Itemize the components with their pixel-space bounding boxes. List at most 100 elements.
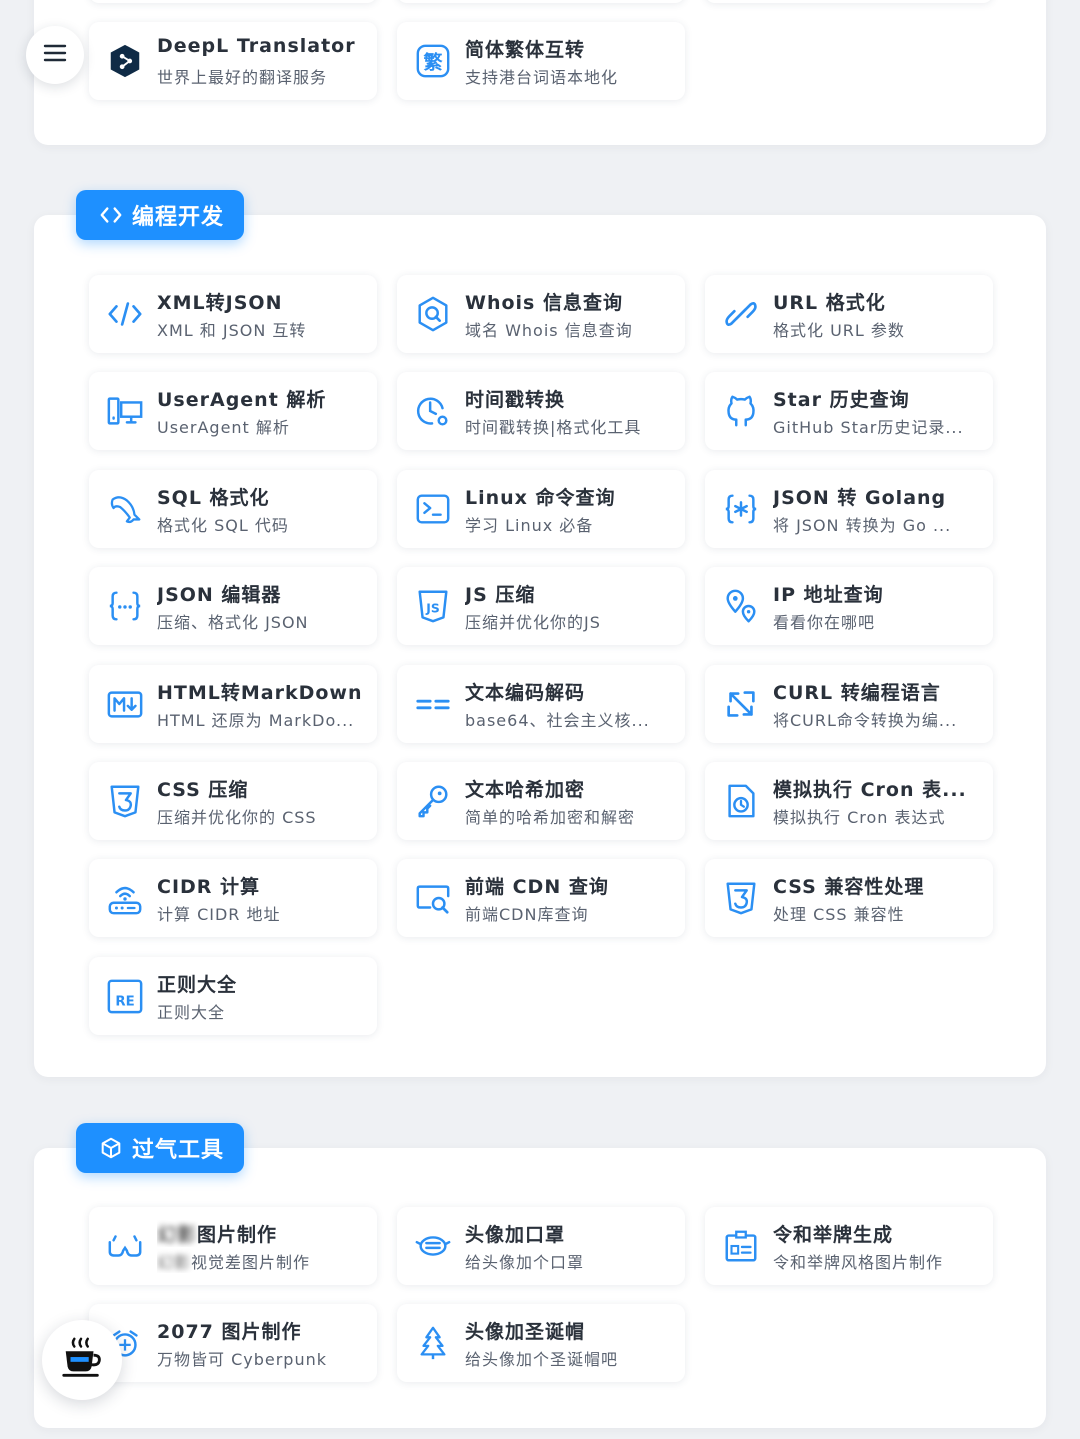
legacy-section-badge: 过气工具: [76, 1123, 245, 1173]
legacy-panel: [34, 1148, 1046, 1428]
tool-desc: 正则大全: [157, 1002, 226, 1022]
tool-card-parallax[interactable]: 幻影图片制作 幻影视觉差图片制作: [89, 1207, 377, 1285]
tool-desc: 将CURL命令转换为编...: [773, 710, 958, 730]
tool-title: SQL 格式化: [157, 486, 270, 509]
tool-desc: 压缩并优化你的JS: [465, 613, 601, 633]
js-shield-icon: JS: [413, 586, 453, 626]
tool-title: CURL 转编程语言: [773, 681, 941, 704]
tool-title: Star 历史查询: [773, 389, 910, 412]
section-label: 过气工具: [132, 1138, 225, 1163]
markdown-icon: [105, 684, 145, 724]
tool-title: 令和举牌生成: [773, 1224, 894, 1246]
tool-card[interactable]: 前端 CDN 查询 前端CDN库查询: [397, 859, 685, 938]
tool-card-reiwa[interactable]: 令和举牌生成 令和举牌风格图片制作: [705, 1207, 993, 1285]
tool-card[interactable]: JSON 转 Golang 将 JSON 转换为 Go ...: [705, 469, 993, 548]
tool-card[interactable]: [89, 0, 377, 3]
link-icon: [721, 294, 761, 334]
tool-desc: 给头像加个口罩: [465, 1253, 585, 1272]
tool-directory-page: DeepL Translator 世界上最好的翻译服务 繁 简体繁体互转 支持港…: [0, 0, 1080, 1439]
tool-card[interactable]: CSS 兼容性处理 处理 CSS 兼容性: [705, 859, 993, 938]
blurred-text: 幻影: [157, 1224, 198, 1246]
tool-desc: 计算 CIDR 地址: [157, 905, 281, 925]
tool-card[interactable]: 时间戳转换 时间戳转换|格式化工具: [397, 372, 685, 451]
tool-card[interactable]: Whois 信息查询 域名 Whois 信息查询: [397, 275, 685, 353]
tool-title: 简体繁体互转: [465, 39, 586, 61]
tool-card[interactable]: 模拟执行 Cron 表... 模拟执行 Cron 表达式: [705, 762, 993, 840]
tool-card-cyberpunk[interactable]: 2077 图片制作 万物皆可 Cyberpunk: [89, 1304, 377, 1382]
tool-title: JSON 转 Golang: [773, 486, 947, 509]
tool-card[interactable]: JSON 编辑器压缩、格式化 JSON: [89, 567, 377, 646]
tool-desc: 压缩并优化你的 CSS: [157, 808, 317, 827]
tool-title: Whois 信息查询: [465, 292, 623, 314]
tool-title: 文本编码解码: [465, 681, 586, 704]
clock-file-icon: [721, 781, 761, 821]
tool-title: IP 地址查询: [773, 584, 884, 607]
tool-desc: 支持港台词语本地化: [465, 68, 619, 87]
tool-title: CSS 兼容性处理: [773, 876, 925, 899]
tool-desc: 压缩、格式化 JSON: [157, 613, 309, 633]
tool-desc: 简单的哈希加密和解密: [465, 808, 636, 827]
tool-card[interactable]: [397, 0, 685, 3]
tool-card[interactable]: XML转JSON XML 和 JSON 互转: [89, 275, 377, 353]
css-shield-icon: [105, 781, 145, 821]
tool-card-mask[interactable]: 头像加口罩 给头像加个口罩: [397, 1207, 685, 1285]
tool-desc: 万物皆可 Cyberpunk: [157, 1350, 328, 1369]
code-brackets-icon: [98, 202, 124, 228]
tool-desc: 域名 Whois 信息查询: [465, 321, 633, 340]
tool-desc: 格式化 URL 参数: [773, 321, 905, 340]
mask-icon: [413, 1226, 453, 1266]
id-card-icon: [721, 1226, 761, 1266]
tool-card[interactable]: 文本编码解码 base64、社会主义核...: [397, 664, 685, 743]
tool-title: 正则大全: [157, 973, 238, 996]
tool-title: UserAgent 解析: [157, 389, 327, 412]
tool-title: 2077 图片制作: [157, 1321, 302, 1343]
tool-desc: 处理 CSS 兼容性: [773, 905, 905, 925]
tool-card[interactable]: HTML转MarkDown HTML 还原为 MarkDo...: [89, 664, 377, 743]
tool-desc: XML 和 JSON 互转: [157, 321, 307, 340]
location-pins-icon: [721, 586, 761, 626]
coffee-cup-icon: [59, 1335, 105, 1385]
traditional-chinese-icon: 繁: [413, 41, 453, 81]
router-icon: [105, 878, 145, 918]
tool-card[interactable]: 文本哈希加密 简单的哈希加密和解密: [397, 762, 685, 840]
tool-card[interactable]: RE 正则大全 正则大全: [89, 956, 377, 1035]
tool-title: URL 格式化: [773, 292, 886, 314]
tool-card[interactable]: [705, 0, 993, 3]
tool-desc: UserAgent 解析: [157, 418, 290, 438]
code-icon: [105, 294, 145, 334]
tool-card-deepl[interactable]: DeepL Translator 世界上最好的翻译服务: [89, 22, 377, 100]
tool-card[interactable]: URL 格式化 格式化 URL 参数: [705, 275, 993, 353]
tool-title: 前端 CDN 查询: [465, 876, 609, 899]
tool-card[interactable]: CIDR 计算 计算 CIDR 地址: [89, 859, 377, 938]
tool-card-traditional[interactable]: 繁 简体繁体互转 支持港台词语本地化: [397, 22, 685, 100]
tool-card[interactable]: CURL 转编程语言 将CURL命令转换为编...: [705, 664, 993, 743]
tool-desc: base64、社会主义核...: [465, 710, 650, 730]
tool-card[interactable]: CSS 压缩 压缩并优化你的 CSS: [89, 762, 377, 840]
tool-title: JSON 编辑器: [157, 584, 282, 607]
screen-search-icon: [413, 878, 453, 918]
tool-desc: 世界上最好的翻译服务: [157, 68, 328, 87]
tool-card[interactable]: Star 历史查询 GitHub Star历史记录...: [705, 372, 993, 451]
menu-button[interactable]: [26, 26, 84, 84]
tool-title: 头像加圣诞帽: [465, 1321, 586, 1343]
css-shield-icon: [721, 878, 761, 918]
tool-card[interactable]: IP 地址查询 看看你在哪吧: [705, 567, 993, 646]
devices-icon: [105, 391, 145, 431]
donate-coffee-button[interactable]: [42, 1320, 122, 1400]
blurred-text: 幻影: [157, 1253, 192, 1272]
tool-card[interactable]: JS JS 压缩压缩并优化你的JS: [397, 567, 685, 646]
tool-title: 幻影图片制作: [157, 1224, 278, 1246]
tool-card[interactable]: UserAgent 解析 UserAgent 解析: [89, 372, 377, 451]
terminal-icon: [413, 489, 453, 529]
tool-desc: 令和举牌风格图片制作: [773, 1253, 944, 1272]
tool-desc: 格式化 SQL 代码: [157, 515, 289, 535]
hamburger-icon: [42, 40, 68, 70]
tool-card[interactable]: Linux 命令查询 学习 Linux 必备: [397, 469, 685, 548]
tool-card[interactable]: SQL 格式化 格式化 SQL 代码: [89, 469, 377, 548]
tool-desc: 将 JSON 转换为 Go ...: [773, 515, 952, 535]
tool-card-christmas[interactable]: 头像加圣诞帽 给头像加个圣诞帽吧: [397, 1304, 685, 1382]
tool-desc: HTML 还原为 MarkDo...: [157, 710, 355, 730]
tool-title: 头像加口罩: [465, 1224, 566, 1246]
tool-title: JS 压缩: [465, 584, 536, 607]
github-icon: [721, 391, 761, 431]
